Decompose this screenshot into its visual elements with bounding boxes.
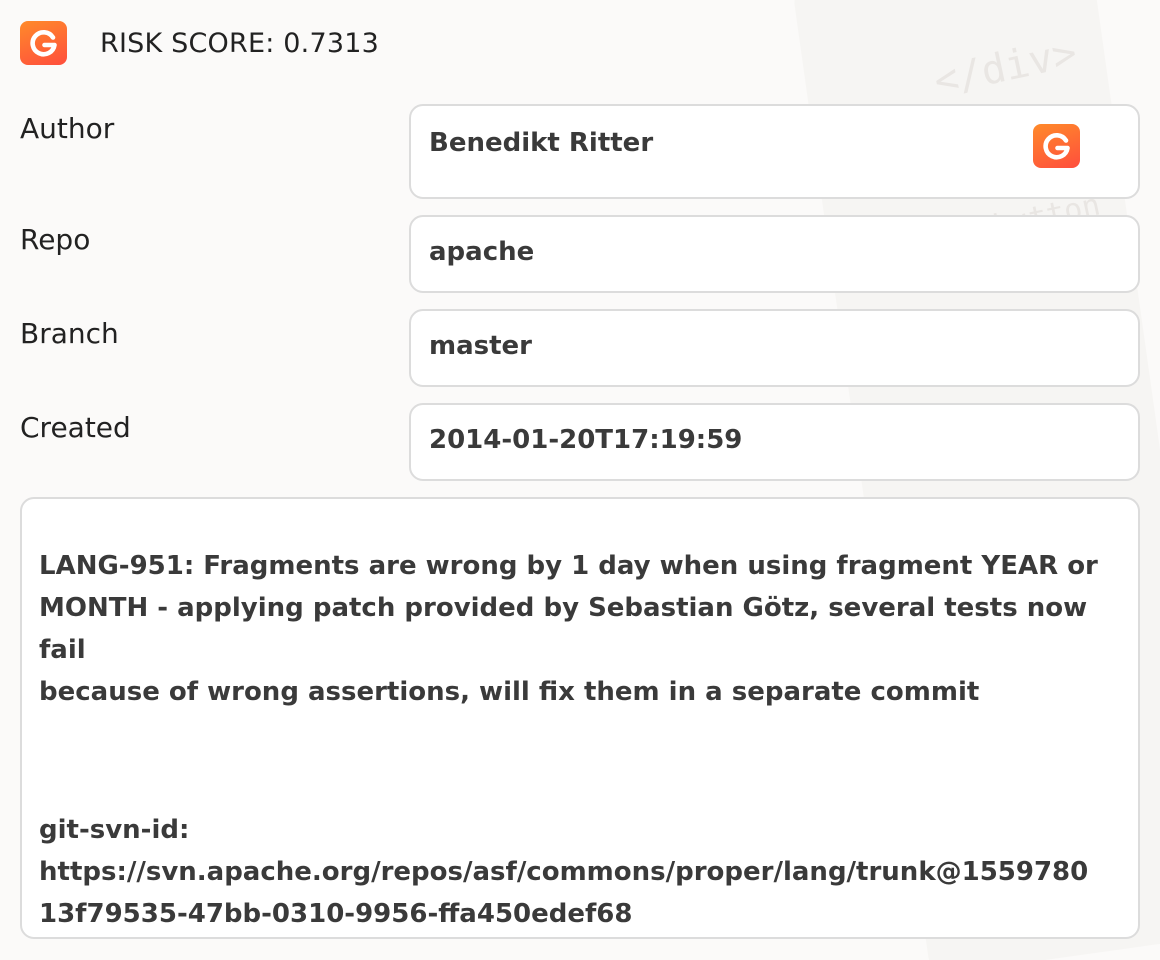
commit-message-box: LANG-951: Fragments are wrong by 1 day w… (20, 497, 1140, 939)
commit-message-line: because of wrong assertions, will fix th… (39, 677, 980, 707)
branch-field: master (409, 309, 1140, 387)
g-logo-icon (20, 21, 67, 65)
repo-label: Repo (20, 223, 91, 256)
git-svn-id-label: git-svn-id: (39, 815, 190, 845)
author-field: Benedikt Ritter (409, 104, 1140, 199)
git-svn-id-uuid: 13f79535-47bb-0310-9956-ffa450edef68 (39, 899, 633, 929)
git-svn-id-url: https://svn.apache.org/repos/asf/commons… (39, 857, 1089, 887)
repo-field: apache (409, 215, 1140, 293)
repo-row: Repo apache (20, 215, 1140, 293)
commit-message-line: LANG-951: Fragments are wrong by 1 day w… (39, 551, 1098, 581)
commit-risk-panel: </div> button RISK SCORE: 0.7313 Author … (0, 0, 1160, 960)
risk-score: RISK SCORE: 0.7313 (100, 27, 379, 59)
commit-message: LANG-951: Fragments are wrong by 1 day w… (39, 545, 1119, 935)
author-row: Author Benedikt Ritter (20, 104, 1140, 199)
repo-value: apache (429, 237, 535, 267)
author-value: Benedikt Ritter (429, 128, 654, 158)
created-field: 2014-01-20T17:19:59 (409, 403, 1140, 481)
created-label: Created (20, 411, 131, 444)
branch-label: Branch (20, 317, 119, 350)
author-label: Author (20, 112, 115, 145)
branch-row: Branch master (20, 309, 1140, 387)
commit-message-line: MONTH - applying patch provided by Sebas… (39, 593, 1088, 665)
created-row: Created 2014-01-20T17:19:59 (20, 403, 1140, 481)
created-value: 2014-01-20T17:19:59 (429, 425, 743, 455)
header: RISK SCORE: 0.7313 (20, 14, 379, 72)
g-logo-icon (1033, 124, 1080, 168)
branch-value: master (429, 331, 532, 361)
